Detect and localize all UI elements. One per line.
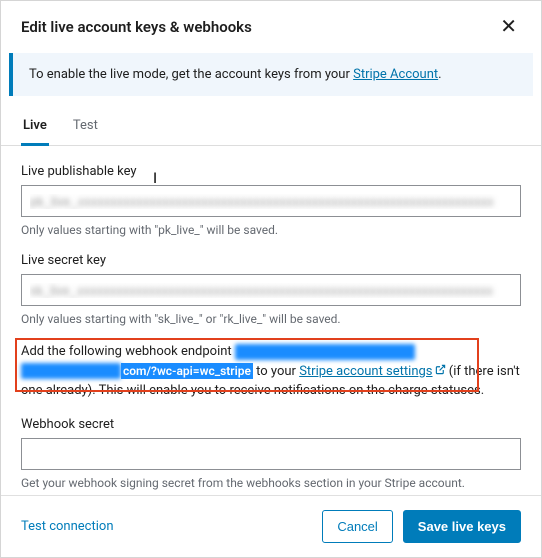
publishable-key-hint: Only values starting with "pk_live_" wil… (21, 223, 521, 237)
save-live-keys-button[interactable]: Save live keys (403, 510, 521, 543)
cancel-button[interactable]: Cancel (322, 510, 392, 543)
publishable-key-label: Live publishable key (21, 164, 521, 179)
webhook-secret-hint: Get your webhook signing secret from the… (21, 476, 521, 490)
webhook-secret-label: Webhook secret (21, 417, 521, 432)
stripe-settings-link[interactable]: Stripe account settings (299, 364, 445, 379)
webhook-endpoint-note: Add the following webhook endpoint com/?… (21, 342, 521, 401)
modal-body: Live publishable key Only values startin… (1, 146, 541, 495)
redacted-url-part-1 (235, 344, 415, 360)
secret-key-hint: Only values starting with "sk_live_" or … (21, 312, 521, 326)
footer-actions: Cancel Save live keys (322, 510, 521, 543)
tab-test[interactable]: Test (71, 108, 100, 146)
webhook-secret-input[interactable] (21, 438, 521, 470)
tab-live[interactable]: Live (21, 108, 49, 146)
test-connection-link[interactable]: Test connection (21, 519, 114, 534)
secret-key-input[interactable] (21, 274, 521, 306)
webhook-note-mid: to your (256, 364, 299, 379)
webhook-url-visible-fragment: com/?wc-api=wc_stripe (121, 363, 253, 379)
stripe-account-link[interactable]: Stripe Account (353, 67, 438, 82)
secret-key-label: Live secret key (21, 253, 521, 268)
banner-text-after: . (438, 67, 441, 82)
info-banner: To enable the live mode, get the account… (9, 53, 533, 96)
publishable-key-input[interactable] (21, 185, 521, 217)
modal-title: Edit live account keys & webhooks (21, 18, 252, 36)
edit-keys-modal: Edit live account keys & webhooks ✕ To e… (0, 0, 542, 558)
tabs: Live Test (1, 104, 541, 146)
webhook-note-prefix: Add the following webhook endpoint (21, 344, 235, 359)
close-icon: ✕ (500, 16, 517, 38)
modal-header: Edit live account keys & webhooks ✕ (1, 1, 541, 49)
banner-text-before: To enable the live mode, get the account… (29, 67, 353, 82)
redacted-url-part-2 (21, 363, 121, 379)
external-link-icon (435, 362, 446, 382)
modal-footer: Test connection Cancel Save live keys (1, 495, 541, 557)
close-button[interactable]: ✕ (496, 15, 521, 39)
